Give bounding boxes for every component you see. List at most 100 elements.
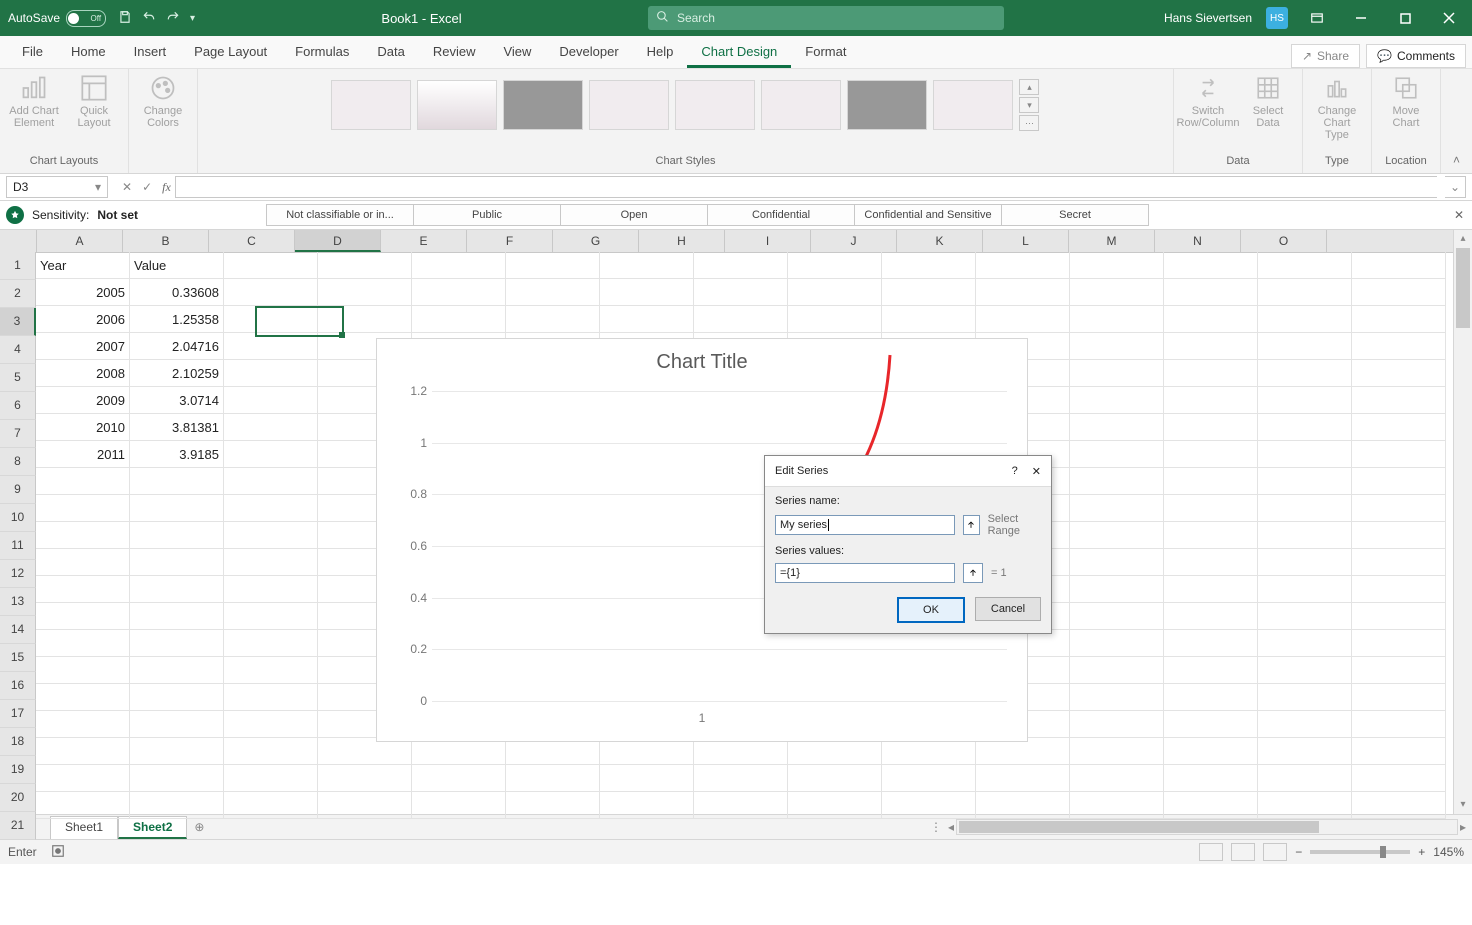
cell[interactable] [36,738,130,765]
cell[interactable] [1352,252,1446,279]
cell[interactable] [224,522,318,549]
cell[interactable] [1070,468,1164,495]
row-header[interactable]: 21 [0,812,36,840]
cell[interactable] [1070,576,1164,603]
cell[interactable] [788,279,882,306]
cell[interactable] [1164,765,1258,792]
cell[interactable] [1352,738,1446,765]
cell[interactable]: Value [130,252,224,279]
cell[interactable] [36,684,130,711]
select-all-corner[interactable] [0,230,37,252]
cell[interactable] [976,738,1070,765]
column-header[interactable]: D [295,230,381,252]
cell[interactable] [224,333,318,360]
cell[interactable] [1352,279,1446,306]
cell[interactable] [130,522,224,549]
ribbon-tab-review[interactable]: Review [419,38,490,68]
user-avatar[interactable]: HS [1266,7,1288,29]
autosave-toggle[interactable]: AutoSave Off [8,10,106,27]
sensitivity-option[interactable]: Public [413,204,561,226]
chart-style-thumb[interactable] [675,80,755,130]
cell[interactable] [1164,333,1258,360]
cell[interactable] [36,468,130,495]
cell[interactable] [1164,549,1258,576]
scroll-up-icon[interactable]: ▴ [1454,230,1472,248]
row-header[interactable]: 10 [0,504,36,532]
cell[interactable] [1164,603,1258,630]
column-header[interactable]: N [1155,230,1241,252]
cell[interactable] [694,306,788,333]
select-data-button[interactable]: Select Data [1242,73,1294,129]
cell[interactable] [1258,387,1352,414]
cell[interactable] [1070,630,1164,657]
cell[interactable] [224,441,318,468]
cell[interactable] [1258,522,1352,549]
cell[interactable] [694,738,788,765]
ribbon-tab-file[interactable]: File [8,38,57,68]
name-box[interactable]: D3▾ [6,176,108,198]
row-header[interactable]: 1 [0,252,36,280]
cell[interactable]: 2008 [36,360,130,387]
cell[interactable]: 2.04716 [130,333,224,360]
cell[interactable] [1258,657,1352,684]
cell[interactable] [1164,576,1258,603]
cell[interactable] [1258,738,1352,765]
cell[interactable]: 2007 [36,333,130,360]
range-picker-icon[interactable] [963,563,983,583]
cell[interactable]: 3.9185 [130,441,224,468]
cell[interactable] [130,468,224,495]
cell[interactable] [318,306,412,333]
column-header[interactable]: M [1069,230,1155,252]
cell[interactable] [318,279,412,306]
cell[interactable] [1164,279,1258,306]
chart-style-thumb[interactable] [933,80,1013,130]
cell[interactable] [36,549,130,576]
range-picker-icon[interactable] [963,515,980,535]
cell[interactable] [36,495,130,522]
cell[interactable] [506,792,600,819]
cell[interactable] [788,306,882,333]
column-header[interactable]: A [37,230,123,252]
chart-title[interactable]: Chart Title [377,339,1027,374]
cell[interactable] [224,576,318,603]
series-name-input[interactable]: My series [775,515,955,535]
move-chart-button[interactable]: Move Chart [1380,73,1432,129]
expand-formula-bar-icon[interactable]: ⌄ [1445,176,1466,198]
cell[interactable] [1164,306,1258,333]
cell[interactable] [412,765,506,792]
zoom-slider[interactable] [1310,850,1410,854]
column-header[interactable]: O [1241,230,1327,252]
redo-icon[interactable] [166,10,180,27]
comments-button[interactable]: 💬Comments [1366,44,1466,68]
cell[interactable] [1258,441,1352,468]
cell[interactable] [224,792,318,819]
vertical-scrollbar[interactable]: ▴ ▾ [1453,230,1472,814]
sensitivity-option[interactable]: Open [560,204,708,226]
cell[interactable] [600,792,694,819]
cell[interactable] [1258,711,1352,738]
cell[interactable] [976,792,1070,819]
cell[interactable]: 2005 [36,279,130,306]
cell[interactable] [224,738,318,765]
cell[interactable] [506,252,600,279]
add-chart-element-button[interactable]: Add Chart Element [8,73,60,129]
cell[interactable] [1164,684,1258,711]
cell[interactable] [1258,603,1352,630]
row-header[interactable]: 2 [0,280,36,308]
change-chart-type-button[interactable]: Change Chart Type [1311,73,1363,141]
cell[interactable] [506,738,600,765]
search-box[interactable]: Search [648,6,1004,30]
cell[interactable] [882,738,976,765]
formula-input[interactable] [175,176,1437,198]
undo-icon[interactable] [142,10,156,27]
minimize-icon[interactable] [1346,3,1376,33]
row-header[interactable]: 19 [0,756,36,784]
cell[interactable] [1258,306,1352,333]
row-header[interactable]: 18 [0,728,36,756]
cell[interactable] [36,522,130,549]
cell[interactable] [412,279,506,306]
page-layout-view-icon[interactable] [1231,843,1255,861]
page-break-view-icon[interactable] [1263,843,1287,861]
cell[interactable]: 1.25358 [130,306,224,333]
close-icon[interactable] [1434,3,1464,33]
